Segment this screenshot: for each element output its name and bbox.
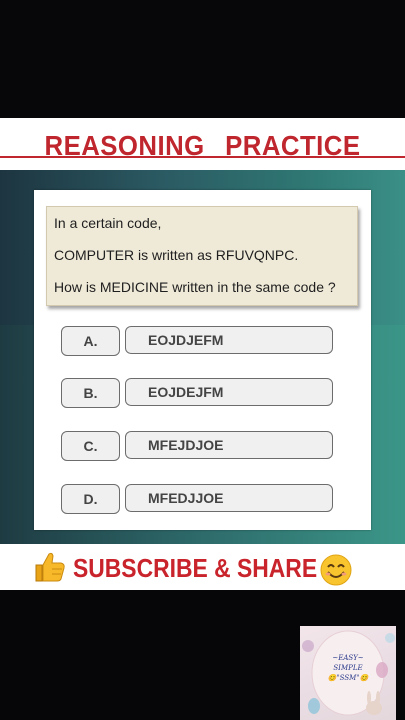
question-line-3: How is MEDICINE written in the same code… [54,279,336,295]
logo-decoration [302,630,395,716]
logo-line-1: ~EASY~ [332,654,364,662]
top-black-area [0,0,405,118]
title-underline [0,156,405,158]
channel-logo: ~EASY~ SIMPLE 😊"SSM"😊 [300,626,396,720]
title-banner: REASONING PRACTICE [0,118,405,170]
question-line-1: In a certain code, [54,215,162,231]
subscribe-share-text: SUBSCRIBE & SHARE [73,553,318,583]
option-c-answer[interactable]: MFEJDJOE [125,431,333,459]
option-d-label[interactable]: D. [61,484,120,514]
option-b-label[interactable]: B. [61,378,120,408]
option-d-answer[interactable]: MFEDJJOE [125,484,333,512]
subscribe-banner: SUBSCRIBE & SHARE [0,544,405,590]
logo-line-2: SIMPLE [333,664,363,672]
option-b-answer[interactable]: EOJDEJFM [125,378,333,406]
question-card: In a certain code, COMPUTER is written a… [34,190,371,530]
smiley-icon [320,554,352,586]
question-box: In a certain code, COMPUTER is written a… [46,206,358,306]
logo-line-3: 😊"SSM"😊 [327,674,369,682]
option-c-label[interactable]: C. [61,431,120,461]
thumbs-up-icon [35,552,65,582]
option-a-answer[interactable]: EOJDJEFM [125,326,333,354]
option-a-label[interactable]: A. [61,326,120,356]
question-line-2: COMPUTER is written as RFUVQNPC. [54,247,299,263]
